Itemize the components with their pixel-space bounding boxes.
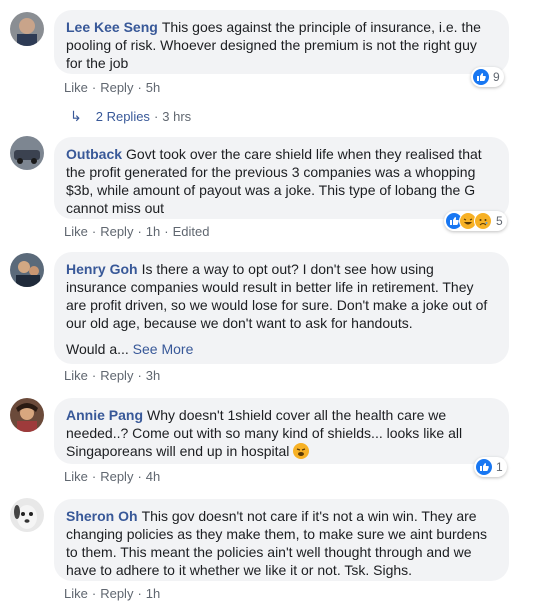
comment-bubble: Sheron Oh This gov doesn't not care if it… [54, 499, 509, 581]
like-link[interactable]: Like [64, 469, 88, 484]
edited-label[interactable]: Edited [173, 224, 210, 239]
reaction-count: 9 [493, 70, 500, 84]
comment-time[interactable]: 4h [146, 469, 160, 484]
sad-reaction-icon [474, 212, 492, 230]
avatar[interactable] [10, 253, 44, 287]
comment-actions: Like · Reply · 1h [64, 586, 161, 601]
avatar[interactable] [10, 136, 44, 170]
like-reaction-icon [476, 459, 492, 475]
comment-bubble: Outback Govt took over the care shield li… [54, 137, 509, 219]
reaction-summary[interactable]: 1 [474, 457, 507, 477]
comment-author[interactable]: Outback [66, 146, 122, 162]
comment-time[interactable]: 1h [146, 224, 160, 239]
like-link[interactable]: Like [64, 586, 88, 601]
comment-actions: Like · Reply · 5h [64, 80, 161, 95]
see-more-link[interactable]: See More [133, 341, 194, 357]
avatar[interactable] [10, 12, 44, 46]
avatar[interactable] [10, 498, 44, 532]
avatar[interactable] [10, 398, 44, 432]
replies-count[interactable]: 2 Replies [96, 109, 150, 124]
comment-bubble: Annie Pang Why doesn't 1shield cover all … [54, 398, 509, 464]
replies-time: 3 hrs [162, 109, 192, 124]
comment-time[interactable]: 3h [146, 368, 160, 383]
comment-text: Govt took over the care shield life when… [66, 146, 482, 216]
reaction-summary[interactable]: 9 [471, 67, 504, 87]
comment-bubble: Lee Kee Seng This goes against the princi… [54, 10, 509, 74]
comment-author[interactable]: Sheron Oh [66, 508, 138, 524]
comment-actions: Like · Reply · 1h · Edited [64, 224, 210, 239]
comment-actions: Like · Reply · 3h [64, 368, 161, 383]
comment-author[interactable]: Henry Goh [66, 261, 138, 277]
reply-link[interactable]: Reply [100, 368, 133, 383]
reply-link[interactable]: Reply [100, 80, 133, 95]
comment-time[interactable]: 1h [146, 586, 160, 601]
reaction-summary[interactable]: 5 [444, 211, 507, 231]
truncated-text: Would a... [66, 341, 129, 357]
like-link[interactable]: Like [64, 368, 88, 383]
comment-bubble: Henry Goh Is there a way to opt out? I do… [54, 252, 509, 364]
comment-time[interactable]: 5h [146, 80, 160, 95]
comment-author[interactable]: Annie Pang [66, 407, 143, 423]
like-link[interactable]: Like [64, 80, 88, 95]
like-reaction-icon [473, 69, 489, 85]
reply-link[interactable]: Reply [100, 224, 133, 239]
comment-actions: Like · Reply · 4h [64, 469, 161, 484]
reply-link[interactable]: Reply [100, 469, 133, 484]
reaction-count: 1 [496, 460, 503, 474]
tired-face-emoji-icon [293, 443, 310, 459]
reply-link[interactable]: Reply [100, 586, 133, 601]
like-link[interactable]: Like [64, 224, 88, 239]
view-replies[interactable]: ↳ 2 Replies · 3 hrs [70, 108, 191, 125]
comment-author[interactable]: Lee Kee Seng [66, 19, 158, 35]
reply-arrow-icon: ↳ [70, 108, 82, 124]
reaction-count: 5 [496, 214, 503, 228]
